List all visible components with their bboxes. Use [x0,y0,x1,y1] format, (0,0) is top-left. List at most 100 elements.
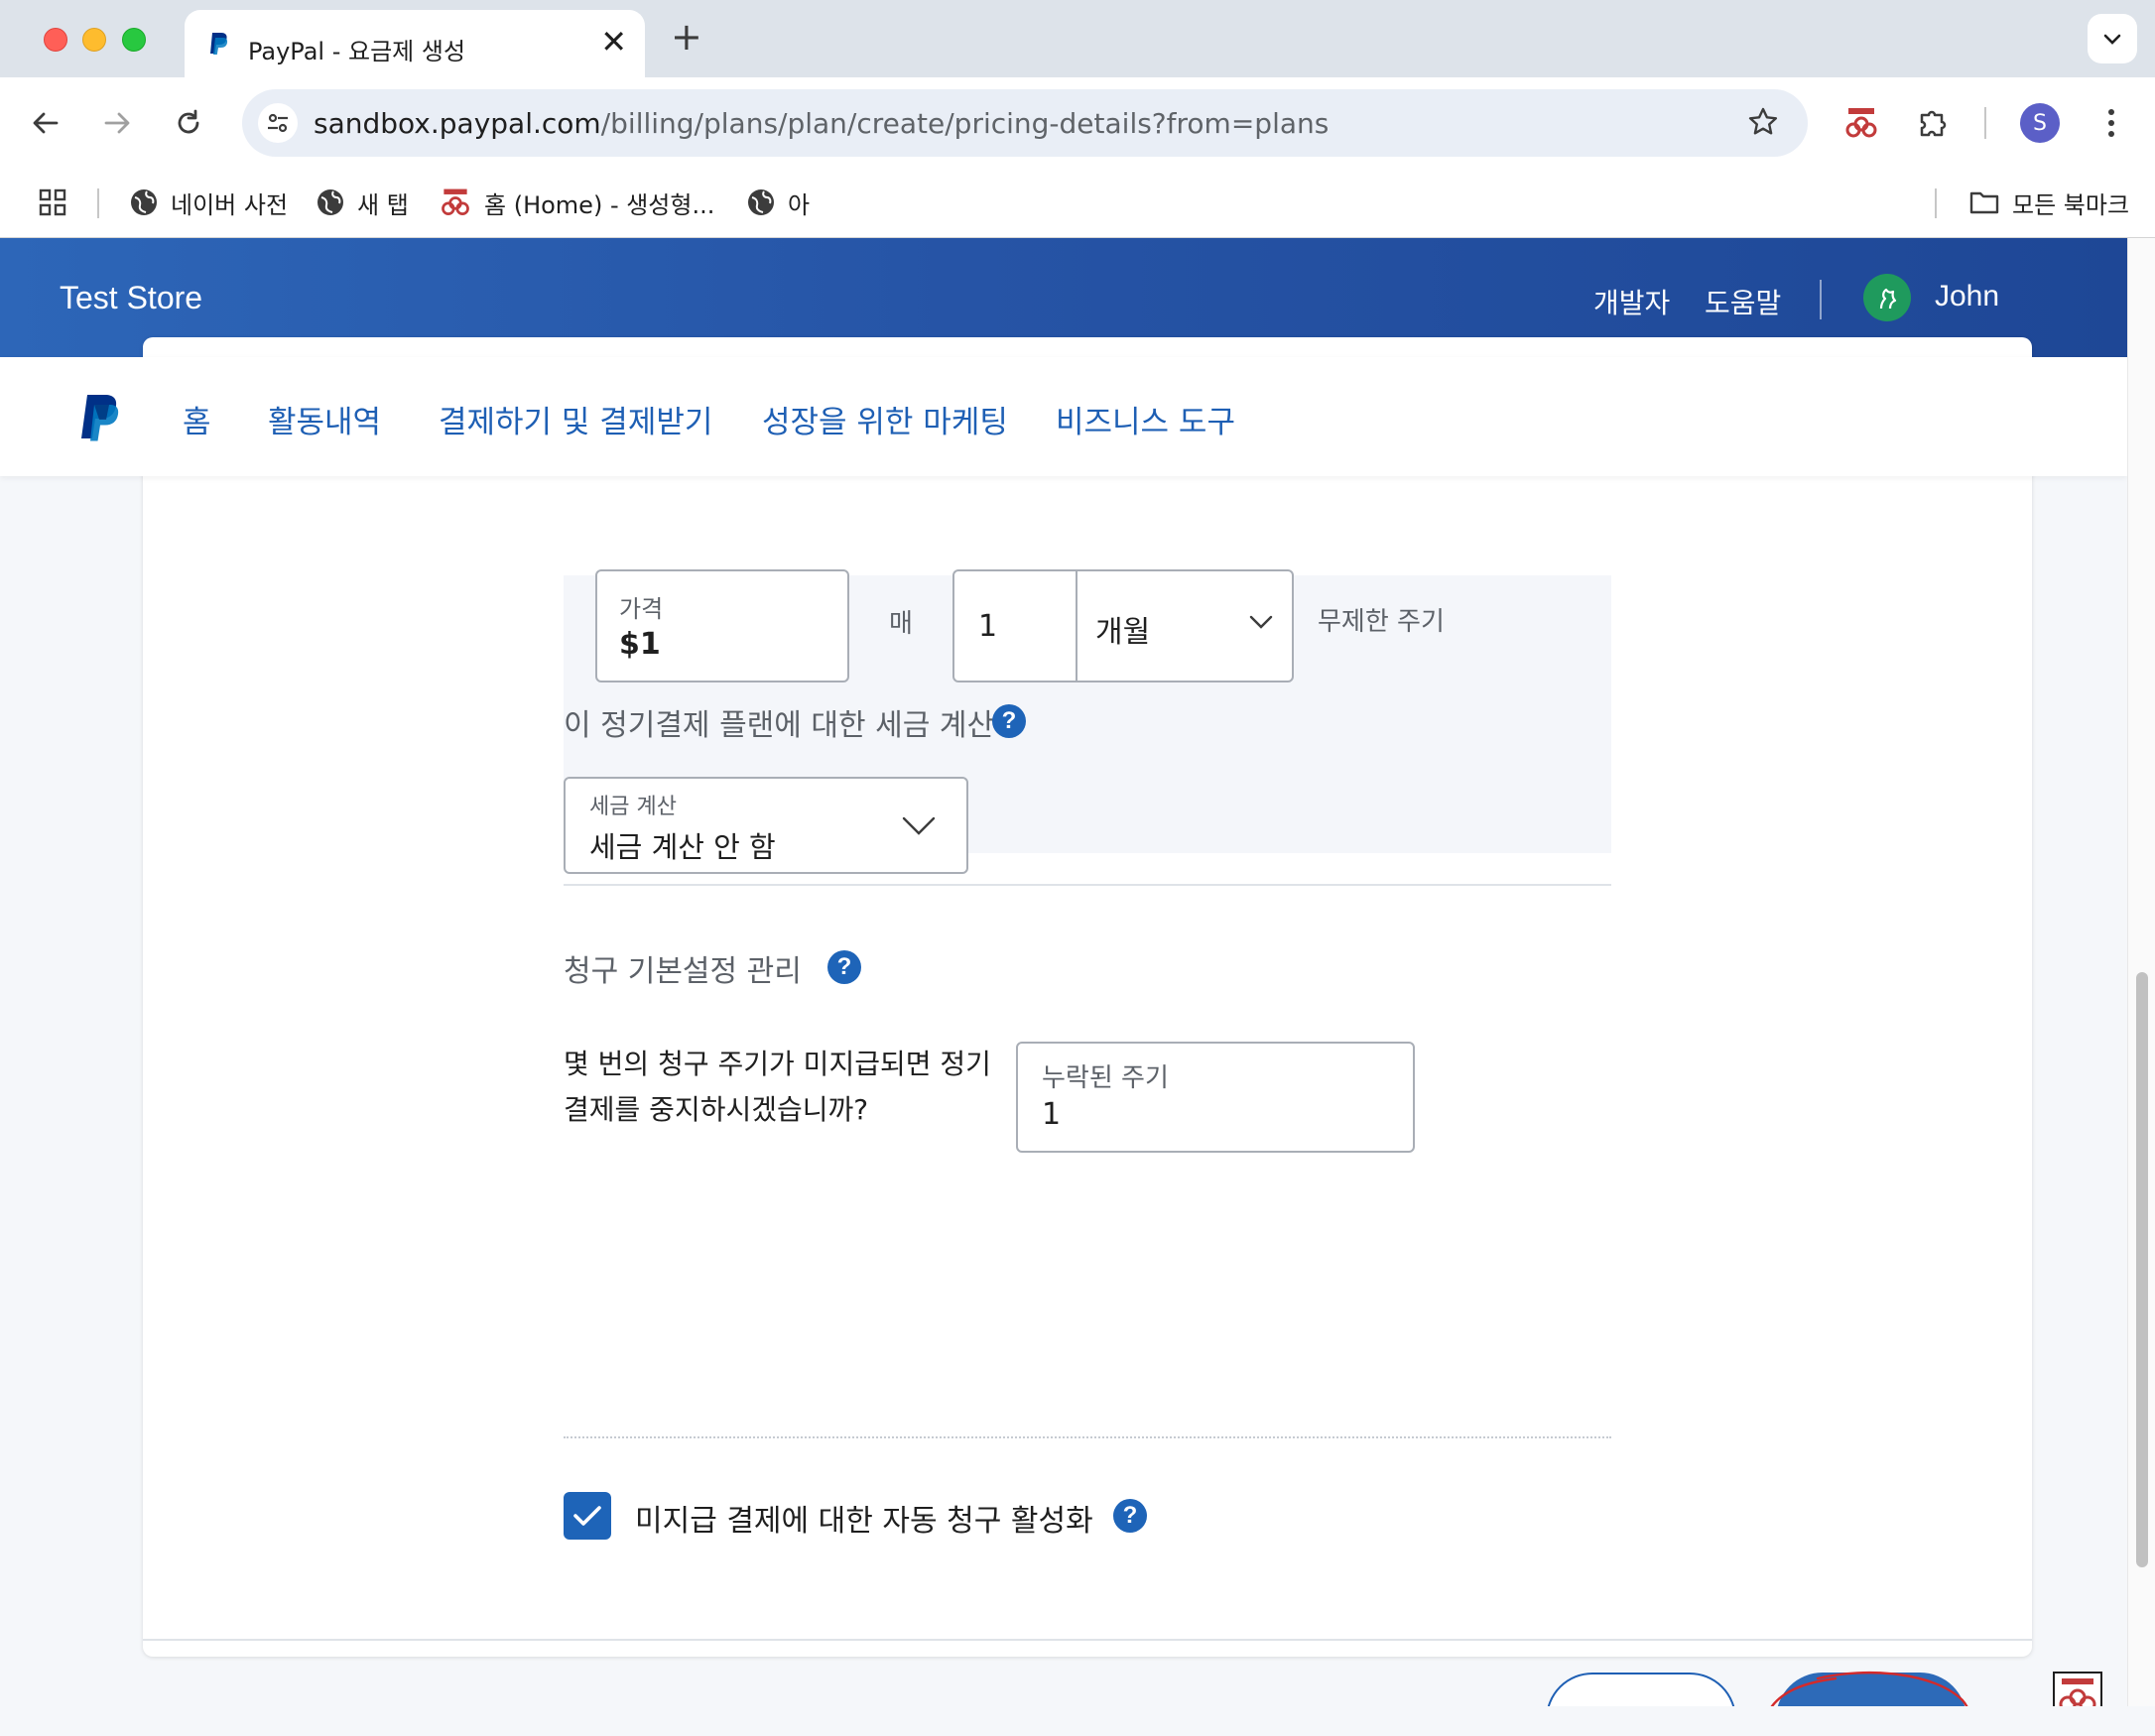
all-bookmarks-label: 모든 북마크 [2012,190,2130,219]
developer-link[interactable]: 개발자 [1593,282,1670,321]
site-info-button[interactable] [258,103,298,143]
missed-cycles-label: 누락된 주기 [1042,1063,1169,1093]
help-question-icon[interactable]: ? [827,950,861,984]
tune-icon [268,113,288,133]
tax-select-label: 세금 계산 [589,795,677,819]
user-name[interactable]: John [1935,280,1999,313]
nav-item-business-tools[interactable]: 비즈니스 도구 [1056,397,1235,441]
chevron-down-icon [1249,615,1273,629]
tax-section-title: 이 정기결제 플랜에 대한 세금 계산 [564,708,995,743]
tab-search-button[interactable] [2088,14,2137,63]
scrollbar-thumb[interactable] [2136,972,2148,1567]
nav-item-payments[interactable]: 결제하기 및 결제받기 [439,397,712,441]
puzzle-icon [1920,110,1947,137]
bookmark-item[interactable]: 네이버 사전 [129,183,288,222]
nav-item-activity[interactable]: 활동내역 [268,397,381,441]
bookmark-separator [1935,188,1937,218]
forward-button[interactable] [89,95,145,151]
question-line: 몇 번의 청구 주기가 미지급되면 정기 [564,1048,991,1080]
globe-icon [748,189,774,215]
footer-divider [143,1639,2032,1641]
help-question-icon[interactable]: ? [1113,1499,1147,1533]
paypal-logo-icon[interactable] [77,393,123,444]
bookmark-label: 새 탭 [357,190,409,219]
url-host: sandbox.paypal.com [314,107,601,140]
per-label: 매 [889,609,913,639]
bookmark-item[interactable]: 새 탭 [316,183,409,222]
help-link[interactable]: 도움말 [1705,282,1781,321]
forward-arrow-icon [104,112,130,134]
browser-toolbar: sandbox.paypal.com/billing/plans/plan/cr… [0,77,2155,169]
bookmark-label: 아 [788,190,811,219]
extension-button[interactable] [1834,95,1889,151]
window-bottom-edge [0,1706,2155,1736]
apps-button[interactable] [38,183,67,222]
price-label: 가격 [619,595,664,623]
toolbar-separator [1984,107,1986,139]
user-avatar[interactable] [1863,274,1911,321]
tax-select-value: 세금 계산 안 함 [589,830,776,864]
previous-button[interactable]: 이전 [1546,1673,1736,1706]
extensions-menu-button[interactable] [1905,95,1961,151]
reload-icon [178,109,199,134]
nav-item-marketing[interactable]: 성장을 위한 마케팅 [762,397,1008,441]
header-separator [1820,280,1822,319]
address-bar[interactable]: sandbox.paypal.com/billing/plans/plan/cr… [242,89,1808,157]
window-zoom-button[interactable] [122,28,146,52]
tab-close-icon[interactable]: ✕ [600,26,627,58]
missed-cycles-question: 몇 번의 청구 주기가 미지급되면 정기 결제를 중지하시겠습니까? [564,1042,991,1133]
window-close-button[interactable] [44,28,67,52]
profile-avatar[interactable]: S [2020,103,2060,143]
interval-unit-select[interactable]: 개월 [1076,569,1294,682]
url-text[interactable]: sandbox.paypal.com/billing/plans/plan/cr… [314,107,1329,140]
bookmark-label: 홈 (Home) - 생성형... [484,190,715,219]
reload-button[interactable] [161,95,216,151]
browser-tab-active[interactable]: PayPal - 요금제 생성 ✕ [185,10,645,77]
bookmark-item[interactable]: 아 [746,183,810,222]
extension-bowling-icon [1845,108,1877,138]
back-arrow-icon [33,112,59,134]
missed-cycles-input[interactable]: 누락된 주기 1 [1016,1042,1415,1153]
chevron-down-icon [902,816,936,835]
window-minimize-button[interactable] [82,28,106,52]
paypal-favicon-icon [210,33,228,55]
folder-icon [1969,191,1999,214]
missed-cycles-value: 1 [1042,1097,1062,1132]
back-button[interactable] [18,95,73,151]
new-tab-button[interactable]: + [671,18,702,56]
user-avatar-icon [1879,288,1897,310]
billing-section-title: 청구 기본설정 관리 [564,954,802,989]
bowling-extension-icon[interactable] [2052,1671,2103,1706]
bookmarks-bar: 네이버 사전 새 탭 홈 (Home) - 생성형... 아 모든 북마크 [0,169,2155,238]
chevron-down-icon [2103,34,2121,45]
bookmark-label: 네이버 사전 [171,190,289,219]
main-nav: 홈 활동내역 결제하기 및 결제받기 성장을 위한 마케팅 비즈니스 도구 [0,357,2127,476]
interval-count-input[interactable]: 1 [952,569,1078,682]
price-input[interactable]: 가격 $1 [595,569,849,682]
url-path: /billing/plans/plan/create/pricing-detai… [600,107,1330,140]
bowling-favicon-icon [442,188,469,215]
tab-title: PayPal - 요금제 생성 [248,38,466,65]
all-bookmarks-button[interactable]: 모든 북마크 [1968,183,2129,222]
dotted-divider [564,1436,1611,1438]
browser-menu-button[interactable] [2084,95,2139,151]
nav-item-home[interactable]: 홈 [183,397,211,441]
browser-tab-strip: PayPal - 요금제 생성 ✕ + [0,0,2155,77]
bookmark-star-icon[interactable] [1746,105,1780,139]
checkmark-icon [573,1506,601,1526]
globe-icon [317,189,343,215]
help-question-icon[interactable]: ? [992,704,1026,738]
auto-bill-label[interactable]: 미지급 결제에 대한 자동 청구 활성화 [635,1496,1093,1540]
bookmark-separator [97,188,99,218]
globe-icon [131,189,157,215]
bookmark-item[interactable]: 홈 (Home) - 생성형... [439,183,714,222]
create-plan-card [143,337,2032,1657]
kebab-menu-icon [2108,109,2114,137]
next-button[interactable]: 다음 [1776,1673,1966,1706]
interval-unit-value: 개월 [1095,615,1151,650]
billing-cycles-label: 무제한 주기 [1318,607,1445,637]
page-scrollbar[interactable] [2127,238,2155,1706]
question-line: 결제를 중지하시겠습니까? [564,1093,869,1126]
tax-select[interactable]: 세금 계산 세금 계산 안 함 [564,777,968,874]
auto-bill-checkbox[interactable] [564,1492,611,1540]
